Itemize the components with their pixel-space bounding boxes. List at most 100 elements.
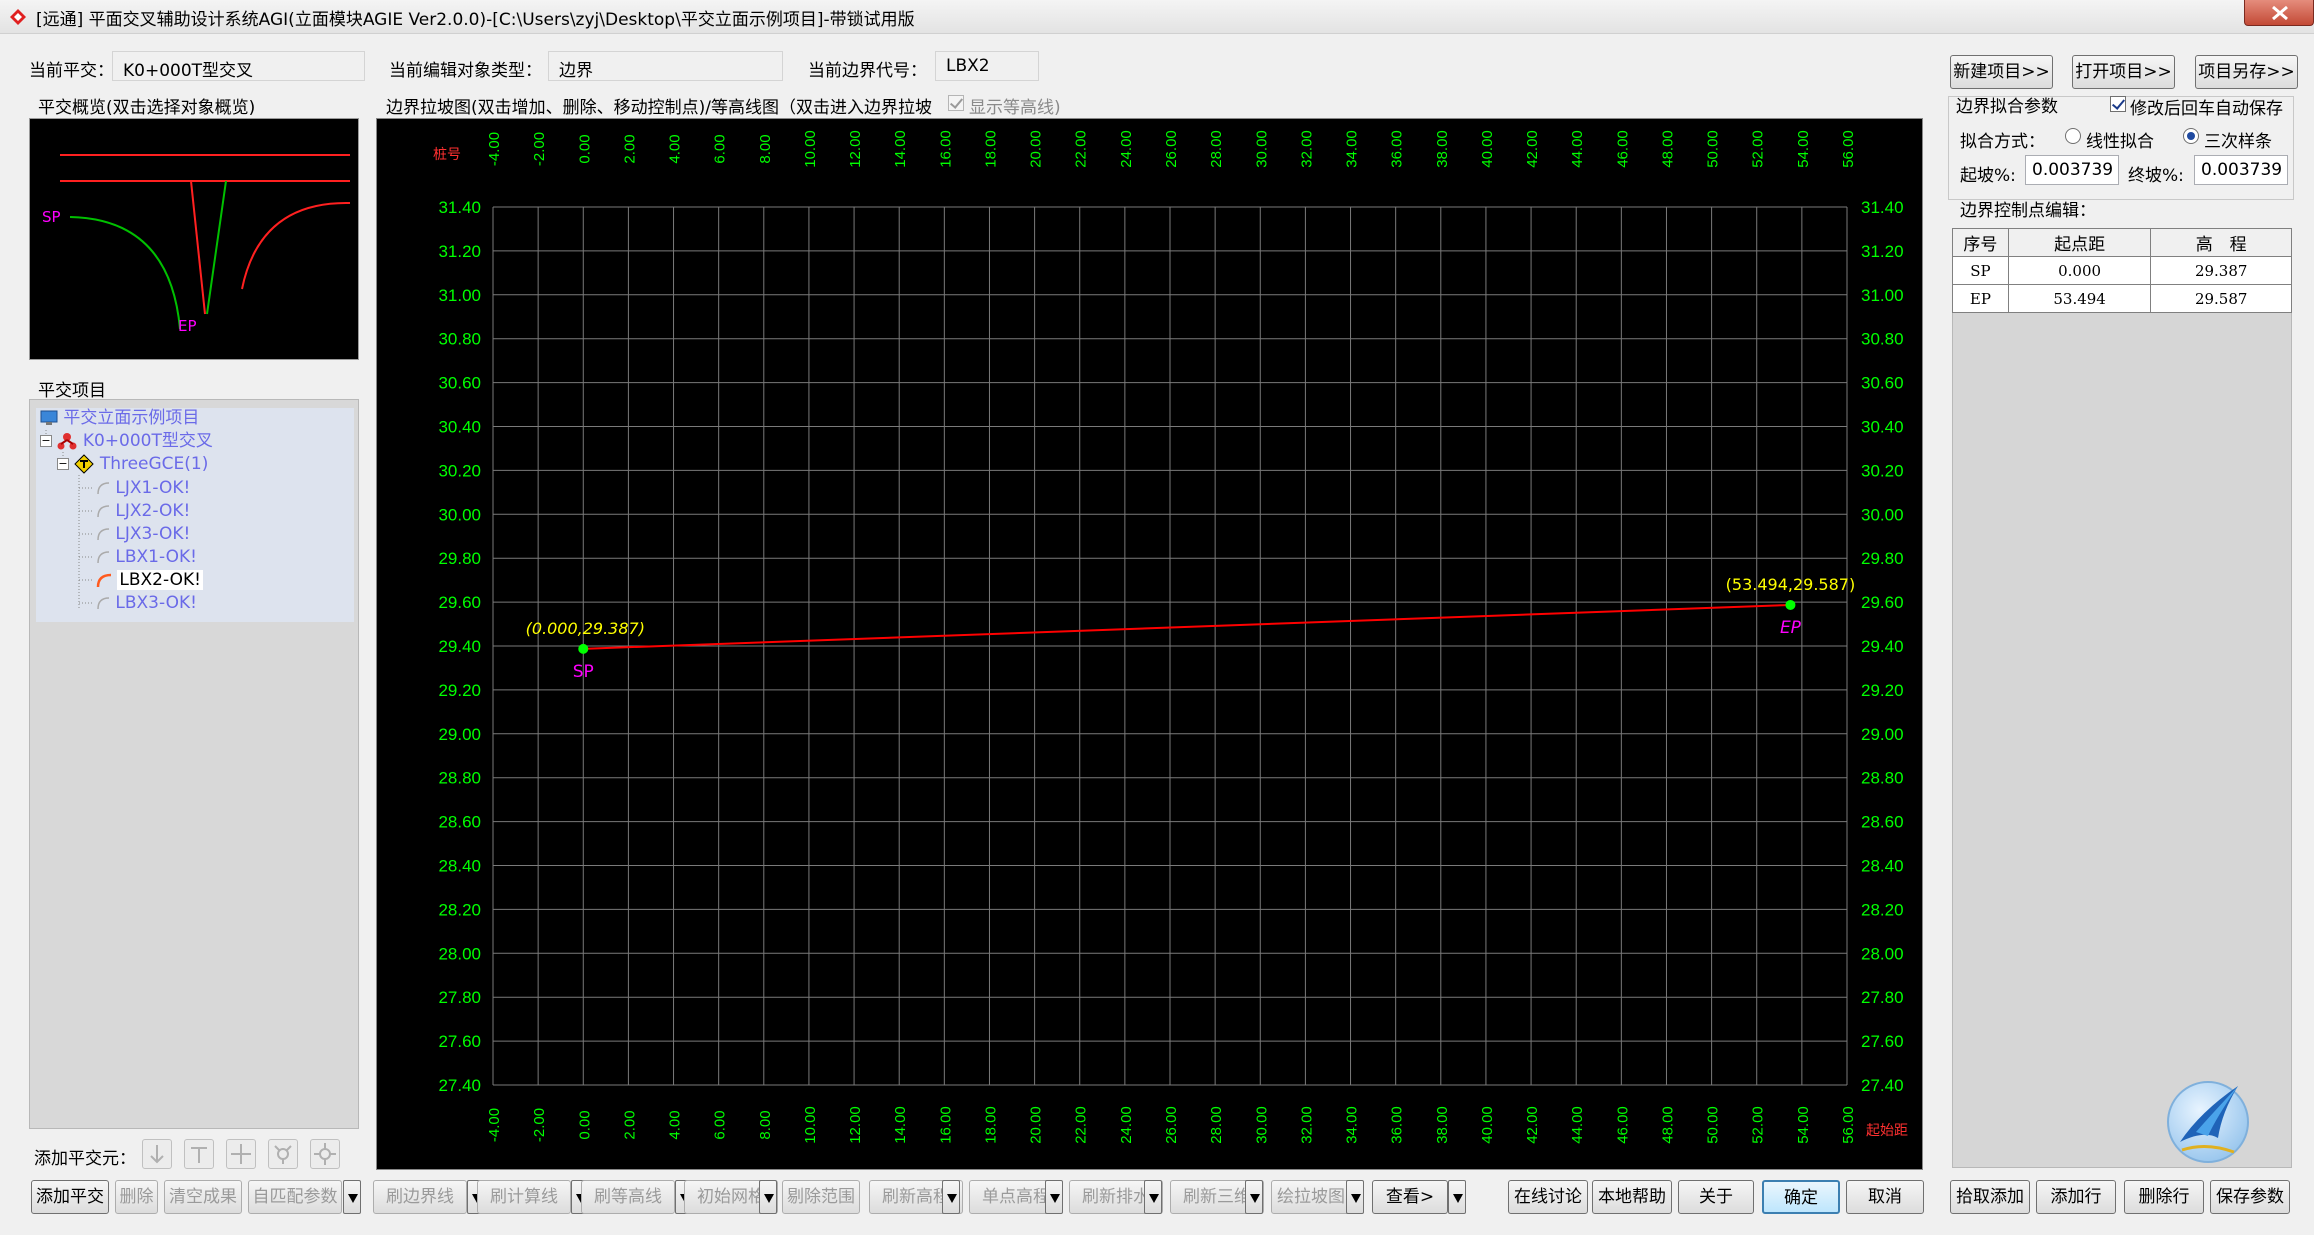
x-tick-label-top: 44.00 — [1569, 130, 1586, 168]
ok-button[interactable]: 确定 — [1762, 1180, 1840, 1214]
refresh-boundary-button[interactable]: 刷边界线 — [373, 1180, 467, 1214]
y-tick-label-right: 31.00 — [1861, 286, 1904, 305]
tree-item-label: LJX1-OK! — [115, 478, 191, 498]
online-discuss-button[interactable]: 在线讨论 — [1508, 1180, 1588, 1214]
table-cell[interactable]: 29.387 — [2150, 256, 2292, 285]
app-diamond-icon — [10, 9, 26, 25]
refresh-3d-dropdown-icon[interactable] — [1245, 1180, 1263, 1214]
control-points-table[interactable]: 序号 起点距 高 程 SP 0.000 29.387 EP 53.494 29.… — [1952, 228, 2292, 313]
refresh-elevation-dropdown-icon[interactable] — [942, 1180, 960, 1214]
point-label-ep: EP — [1780, 618, 1802, 638]
x-tick-label-top: 24.00 — [1118, 130, 1135, 168]
refresh-calc-button[interactable]: 刷计算线 — [477, 1180, 571, 1214]
save-params-button[interactable]: 保存参数 — [2210, 1180, 2290, 1214]
x-tick-label-bottom: 30.00 — [1253, 1106, 1270, 1144]
edit-type-label: 当前编辑对象类型： — [389, 61, 542, 81]
table-cell[interactable]: 53.494 — [2007, 284, 2152, 313]
show-contours-checkbox[interactable] — [948, 95, 964, 111]
single-elevation-dropdown-icon[interactable] — [1045, 1180, 1063, 1214]
fit-linear-radio[interactable] — [2065, 128, 2081, 144]
x-tick-label-bottom: 46.00 — [1614, 1106, 1631, 1144]
new-project-button[interactable]: 新建项目>> — [1950, 55, 2053, 89]
y-junction-icon[interactable] — [268, 1139, 298, 1169]
table-row[interactable]: SP 0.000 29.387 — [1952, 256, 2292, 285]
draw-profile-button[interactable]: 绘拉坡图 — [1271, 1180, 1351, 1214]
collapse-toggle-icon[interactable]: − — [57, 458, 69, 470]
refresh-drainage-dropdown-icon[interactable] — [1144, 1180, 1162, 1214]
series-line — [583, 603, 1791, 650]
start-slope-input[interactable]: 0.003739 — [2025, 155, 2119, 185]
open-project-button[interactable]: 打开项目>> — [2072, 55, 2175, 89]
end-slope-input[interactable]: 0.003739 — [2194, 155, 2288, 185]
x-tick-label-top: 52.00 — [1750, 130, 1767, 168]
arrow-down-icon[interactable] — [142, 1139, 172, 1169]
tree-item-junction[interactable]: − K0+000T型交叉 — [40, 430, 213, 452]
remove-range-button[interactable]: 剔除范围 — [782, 1180, 860, 1214]
x-tick-label-bottom: 14.00 — [892, 1106, 909, 1144]
x-tick-label-top: -2.00 — [531, 132, 548, 166]
overview-drawing: SP EP — [42, 154, 351, 335]
tree-item-ljx2[interactable]: LJX2-OK! — [96, 500, 190, 522]
tree-item-ljx3[interactable]: LJX3-OK! — [96, 523, 190, 545]
fit-cubic-radio[interactable] — [2183, 128, 2199, 144]
table-row[interactable]: EP 53.494 29.587 — [1952, 284, 2292, 313]
tree-item-ljx1[interactable]: LJX1-OK! — [96, 477, 190, 499]
view-dropdown-icon[interactable] — [1448, 1180, 1466, 1214]
tree-item-lbx1[interactable]: LBX1-OK! — [96, 546, 197, 568]
about-button[interactable]: 关于 — [1678, 1180, 1754, 1214]
table-header-cell: 高 程 — [2150, 228, 2292, 257]
x-tick-label-top: 8.00 — [757, 134, 774, 163]
table-cell[interactable]: SP — [1952, 256, 2009, 285]
add-row-button[interactable]: 添加行 — [2036, 1180, 2116, 1214]
local-help-button[interactable]: 本地帮助 — [1592, 1180, 1672, 1214]
tree-item-lbx3[interactable]: LBX3-OK! — [96, 592, 197, 614]
cross-junction-icon[interactable] — [226, 1139, 256, 1169]
cancel-button[interactable]: 取消 — [1846, 1180, 1924, 1214]
tree-item-lbx2[interactable]: LBX2-OK! — [96, 569, 203, 591]
x-tick-label-bottom: 26.00 — [1163, 1106, 1180, 1144]
y-tick-label-left: 28.60 — [438, 813, 481, 832]
overview-ep-label: EP — [178, 317, 197, 335]
pick-add-button[interactable]: 拾取添加 — [1950, 1180, 2030, 1214]
y-tick-label-left: 29.40 — [438, 637, 481, 656]
junction-overview[interactable]: SP EP — [29, 118, 359, 360]
save-as-button[interactable]: 项目另存>> — [2195, 55, 2298, 89]
project-tree[interactable]: 平交立面示例项目 − K0+000T型交叉 − ThreeGCE(1) LJX1… — [29, 399, 359, 1129]
draw-profile-dropdown-icon[interactable] — [1346, 1180, 1364, 1214]
tree-item-label: LBX1-OK! — [115, 547, 197, 567]
clear-results-button[interactable]: 清空成果 — [164, 1180, 242, 1214]
y-tick-label-right: 27.40 — [1861, 1076, 1904, 1095]
x-tick-label-bottom: 16.00 — [937, 1106, 954, 1144]
auto-match-dropdown-icon[interactable] — [343, 1180, 361, 1214]
table-cell[interactable]: 0.000 — [2007, 256, 2152, 285]
refresh-contour-button[interactable]: 刷等高线 — [581, 1180, 675, 1214]
title-bar: [远通] 平面交叉辅助设计系统AGI(立面模块AGIE Ver2.0.0)-[C… — [0, 0, 2314, 34]
delete-row-button[interactable]: 删除行 — [2124, 1180, 2204, 1214]
auto-match-button[interactable]: 自匹配参数 — [248, 1180, 342, 1214]
view-button[interactable]: 查看> — [1372, 1180, 1448, 1214]
t-junction-icon[interactable] — [184, 1139, 214, 1169]
delete-button[interactable]: 删除 — [115, 1180, 158, 1214]
boundary-code-field: LBX2 — [935, 51, 1039, 81]
x-tick-label-top: 36.00 — [1389, 130, 1406, 168]
close-button[interactable] — [2244, 0, 2314, 26]
table-cell[interactable]: 29.587 — [2150, 284, 2292, 313]
y-tick-label-left: 29.60 — [438, 593, 481, 612]
x-tick-label-top: 32.00 — [1298, 130, 1315, 168]
add-junction-button[interactable]: 添加平交 — [31, 1180, 109, 1214]
tree-item-threegce[interactable]: − ThreeGCE(1) — [57, 453, 208, 475]
auto-save-checkbox[interactable] — [2110, 96, 2126, 112]
x-tick-label-top: 26.00 — [1163, 130, 1180, 168]
control-point-sp — [578, 643, 589, 654]
init-grid-dropdown-icon[interactable] — [759, 1180, 777, 1214]
y-tick-label-left: 30.00 — [438, 505, 481, 524]
profile-chart[interactable]: -4.00 -4.00 -2.00 -2.00 0.00 0.00 2.00 2.00 4.00… — [376, 118, 1923, 1170]
boundary-curve-active-icon — [96, 573, 112, 588]
x-tick-label-top: 6.00 — [712, 134, 729, 163]
y-tick-label-left: 29.20 — [438, 681, 481, 700]
tree-item-label: 平交立面示例项目 — [63, 408, 200, 428]
collapse-toggle-icon[interactable]: − — [40, 435, 52, 447]
tree-item-project[interactable]: 平交立面示例项目 — [40, 407, 199, 429]
roundabout-icon[interactable] — [310, 1139, 340, 1169]
table-cell[interactable]: EP — [1952, 284, 2009, 313]
